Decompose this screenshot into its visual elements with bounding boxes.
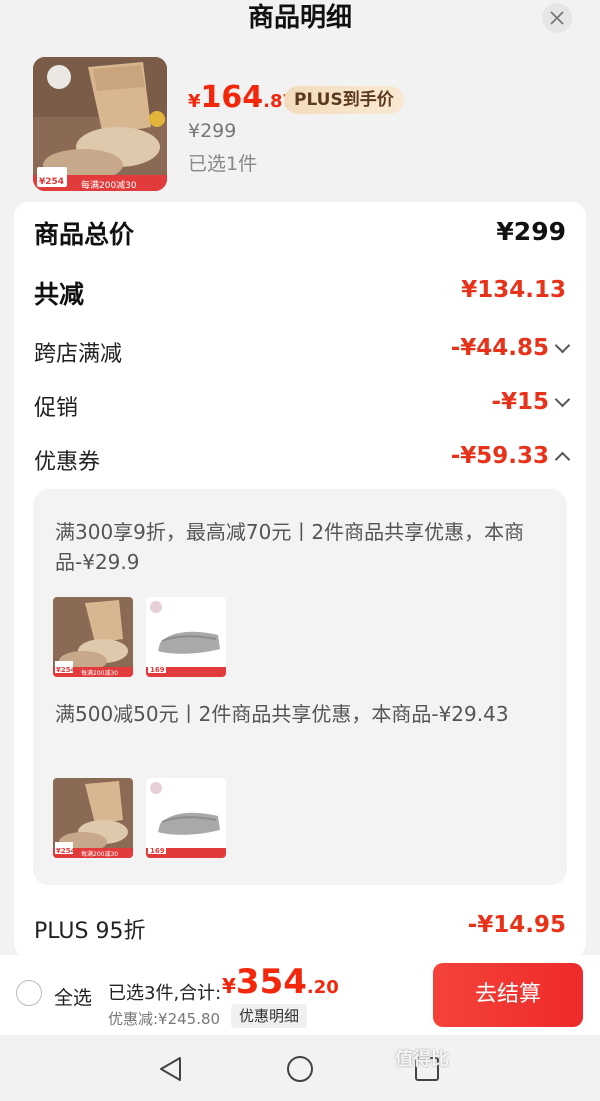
chevron-up-icon [554, 451, 571, 468]
coupon-value: -¥59.33 [450, 443, 549, 469]
plus-price-tag: PLUS到手价 [284, 86, 404, 114]
chevron-down-icon [554, 337, 571, 354]
checkout-button[interactable]: 去结算 [433, 963, 583, 1027]
thumb-promo-text: 每满200减30 [81, 181, 137, 191]
coupon-2-text: 满500减50元丨2件商品共享优惠，本商品-¥29.43 [55, 702, 509, 726]
close-icon [550, 11, 564, 25]
selected-count: 已选1件 [188, 153, 258, 175]
item-badge-price: 169 [150, 666, 165, 674]
cross-store-label: 跨店满减 [34, 342, 123, 367]
select-all-label[interactable]: 全选 [54, 983, 92, 1010]
item-badge-price: 169 [150, 847, 165, 855]
product-image[interactable]: ¥254 每满200减30 [33, 57, 167, 191]
cross-store-row[interactable]: -¥44.85 [450, 335, 571, 361]
coupon-2-item-2[interactable]: 169 [146, 778, 226, 858]
coupon-2-item-1[interactable]: ¥254 每满200减30 [53, 778, 133, 858]
item-badge-price: ¥254 [56, 847, 76, 855]
coupon-1-item-2[interactable]: 169 [146, 597, 226, 677]
total-text: 已选3件,合计: [108, 983, 222, 1004]
promo-row[interactable]: -¥15 [491, 389, 571, 415]
total-price-label: 商品总价 [34, 220, 135, 249]
header: 商品明细 [0, 0, 600, 40]
promo-label: 促销 [34, 396, 79, 421]
system-nav-bar [0, 1035, 600, 1101]
thumb-badge-price: ¥254 [39, 177, 65, 187]
coupon-label: 优惠券 [34, 450, 101, 475]
total-reduction-label: 共减 [34, 280, 85, 309]
chevron-down-icon [554, 391, 571, 408]
discount-text: 优惠减:¥245.80 [108, 1010, 221, 1028]
item-promo-text: 每满200减30 [81, 670, 119, 677]
select-all-checkbox[interactable] [16, 980, 42, 1006]
original-price: ¥299 [188, 120, 237, 142]
product-price: ¥164.87 [188, 80, 296, 115]
plus-discount-value: -¥14.95 [467, 912, 566, 938]
plus-discount-label: PLUS 95折 [34, 919, 146, 944]
back-icon[interactable] [158, 1056, 182, 1082]
cross-store-value: -¥44.85 [450, 335, 549, 361]
home-icon[interactable] [286, 1055, 314, 1083]
total-price-value: ¥299 [496, 217, 566, 246]
item-badge-price: ¥254 [56, 666, 76, 674]
close-button[interactable] [542, 3, 572, 33]
coupon-1-item-1[interactable]: ¥254 每满200减30 [53, 597, 133, 677]
promo-value: -¥15 [491, 389, 549, 415]
page-title: 商品明细 [247, 3, 352, 33]
total-price: ¥354.20 [222, 962, 339, 1002]
coupon-1-text: 满300享9折，最高减70元丨2件商品共享优惠，本商品-¥29.9 [55, 520, 525, 574]
watermark-logo: 值得比 [395, 1049, 449, 1070]
discount-detail-button[interactable]: 优惠明细 [231, 1004, 308, 1028]
coupon-row[interactable]: -¥59.33 [450, 443, 571, 469]
total-reduction-value: ¥134.13 [461, 277, 566, 303]
item-promo-text: 每满200减30 [81, 851, 119, 858]
